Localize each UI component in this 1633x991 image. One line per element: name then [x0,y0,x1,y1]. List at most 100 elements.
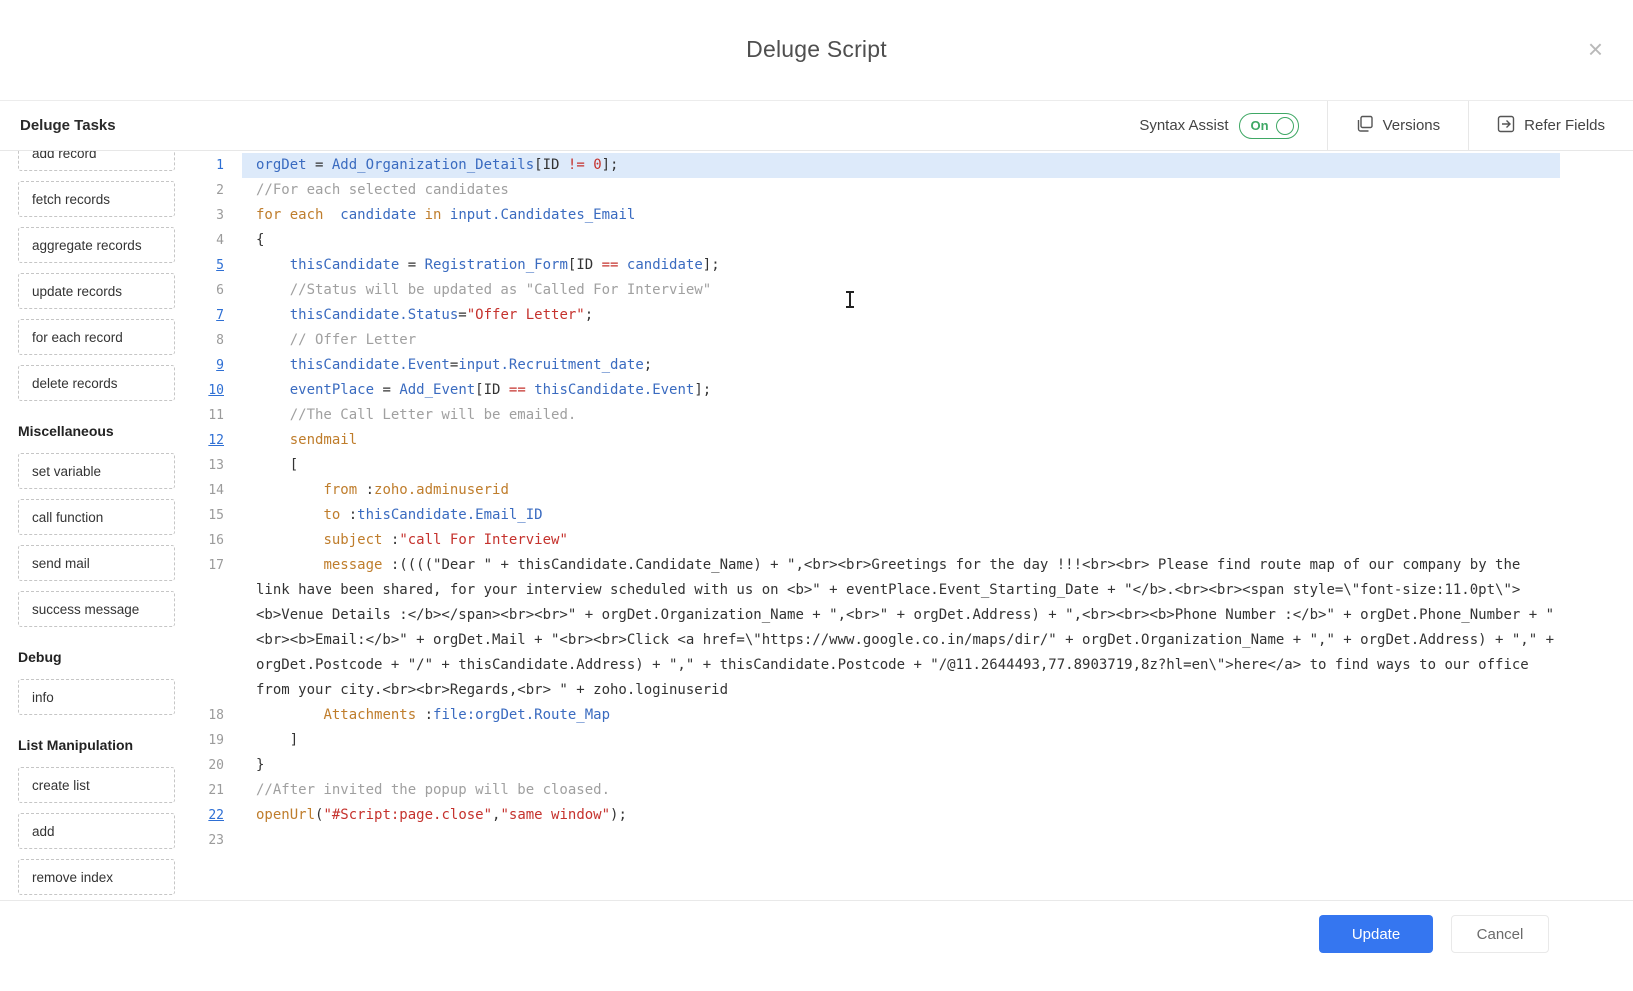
versions-button[interactable]: Versions [1356,115,1441,137]
line-number[interactable]: 1 [186,153,242,178]
task-send-mail[interactable]: send mail [18,545,175,581]
syntax-assist-toggle[interactable]: On [1239,113,1299,139]
line-number: 3 [186,203,242,228]
code-row: 7 thisCandidate.Status="Offer Letter"; [186,303,1560,328]
line-number[interactable]: 7 [186,303,242,328]
line-number[interactable]: 9 [186,353,242,378]
code-row: 18 Attachments :file:orgDet.Route_Map [186,703,1560,728]
mouse-text-cursor [849,291,851,308]
code-row: 23 [186,828,1560,853]
code-line[interactable]: for each candidate in input.Candidates_E… [242,203,1560,228]
code-line[interactable]: ] [242,728,1560,753]
task-success-message[interactable]: success message [18,591,175,627]
syntax-assist-label: Syntax Assist [1139,117,1228,134]
page-title: Deluge Script [0,36,1633,63]
code-row: 4{ [186,228,1560,253]
code-line[interactable]: Attachments :file:orgDet.Route_Map [242,703,1560,728]
cancel-button[interactable]: Cancel [1451,915,1549,953]
line-number: 2 [186,178,242,203]
refer-fields-button[interactable]: Refer Fields [1497,115,1605,137]
line-number[interactable]: 5 [186,253,242,278]
deluge-tasks-sidebar: add record fetch records aggregate records… [0,151,186,900]
code-line[interactable]: thisCandidate.Status="Offer Letter"; [242,303,1560,328]
line-number: 8 [186,328,242,353]
code-line[interactable]: message :(((("Dear " + thisCandidate.Can… [242,553,1560,703]
code-row: 22openUrl("#Script:page.close","same win… [186,803,1560,828]
code-line[interactable]: [ [242,453,1560,478]
code-line[interactable]: thisCandidate = Registration_Form[ID == … [242,253,1560,278]
code-row: 16 subject :"call For Interview" [186,528,1560,553]
syntax-assist-group: Syntax Assist On [1111,101,1326,150]
code-row: 5 thisCandidate = Registration_Form[ID =… [186,253,1560,278]
versions-group: Versions [1327,101,1469,150]
line-number: 19 [186,728,242,753]
code-row: 1orgDet = Add_Organization_Details[ID !=… [186,153,1560,178]
task-create-list[interactable]: create list [18,767,175,803]
code-row: 8 // Offer Letter [186,328,1560,353]
code-line[interactable]: eventPlace = Add_Event[ID == thisCandida… [242,378,1560,403]
line-number[interactable]: 10 [186,378,242,403]
sidebar-group-title: Miscellaneous [18,423,186,439]
code-line[interactable]: } [242,753,1560,778]
code-row: 2//For each selected candidates [186,178,1560,203]
task-call-function[interactable]: call function [18,499,175,535]
task-fetch-records[interactable]: fetch records [18,181,175,217]
line-number: 4 [186,228,242,253]
task-set-variable[interactable]: set variable [18,453,175,489]
code-line[interactable]: to :thisCandidate.Email_ID [242,503,1560,528]
code-row: 11 //The Call Letter will be emailed. [186,403,1560,428]
sidebar-group-title: Debug [18,649,186,665]
code-line[interactable]: //The Call Letter will be emailed. [242,403,1560,428]
code-line[interactable]: orgDet = Add_Organization_Details[ID != … [242,153,1560,178]
task-for-each-record[interactable]: for each record [18,319,175,355]
code-line[interactable]: from :zoho.adminuserid [242,478,1560,503]
line-number: 14 [186,478,242,503]
line-number: 18 [186,703,242,728]
code-row: 14 from :zoho.adminuserid [186,478,1560,503]
code-row: 19 ] [186,728,1560,753]
task-remove-index[interactable]: remove index [18,859,175,895]
toolbar-right: Syntax Assist On Versions [1111,101,1633,150]
code-line[interactable]: { [242,228,1560,253]
versions-icon [1356,115,1374,137]
code-row: 21//After invited the popup will be cloa… [186,778,1560,803]
refer-fields-group: Refer Fields [1468,101,1633,150]
line-number[interactable]: 12 [186,428,242,453]
task-aggregate-records[interactable]: aggregate records [18,227,175,263]
refer-fields-icon [1497,115,1515,137]
task-update-records[interactable]: update records [18,273,175,309]
code-line[interactable]: subject :"call For Interview" [242,528,1560,553]
close-icon[interactable]: × [1588,36,1603,62]
code-row: 13 [ [186,453,1560,478]
task-add[interactable]: add [18,813,175,849]
code-line[interactable]: openUrl("#Script:page.close","same windo… [242,803,1560,828]
code-line[interactable]: //For each selected candidates [242,178,1560,203]
code-editor: 1orgDet = Add_Organization_Details[ID !=… [186,151,1560,900]
line-number: 15 [186,503,242,528]
line-number: 20 [186,753,242,778]
code-row: 9 thisCandidate.Event=input.Recruitment_… [186,353,1560,378]
toggle-knob [1276,117,1294,135]
code-line[interactable]: sendmail [242,428,1560,453]
line-number: 6 [186,278,242,303]
line-number[interactable]: 22 [186,803,242,828]
code-line[interactable]: thisCandidate.Event=input.Recruitment_da… [242,353,1560,378]
code-row: 15 to :thisCandidate.Email_ID [186,503,1560,528]
refer-fields-label: Refer Fields [1524,117,1605,134]
code-row: 3for each candidate in input.Candidates_… [186,203,1560,228]
modal-header: Deluge Script × [0,0,1633,101]
code-row: 17 message :(((("Dear " + thisCandidate.… [186,553,1560,703]
line-number: 23 [186,828,242,853]
task-info[interactable]: info [18,679,175,715]
code-line[interactable]: // Offer Letter [242,328,1560,353]
code-line[interactable]: //After invited the popup will be cloase… [242,778,1560,803]
modal-footer: Update Cancel [0,900,1633,991]
line-number: 21 [186,778,242,803]
code-lines: 1orgDet = Add_Organization_Details[ID !=… [186,153,1560,853]
versions-label: Versions [1383,117,1441,134]
update-button[interactable]: Update [1319,915,1433,953]
code-row: 20} [186,753,1560,778]
task-delete-records[interactable]: delete records [18,365,175,401]
code-line[interactable]: //Status will be updated as "Called For … [242,278,1560,303]
task-add-record[interactable]: add record [18,151,175,171]
